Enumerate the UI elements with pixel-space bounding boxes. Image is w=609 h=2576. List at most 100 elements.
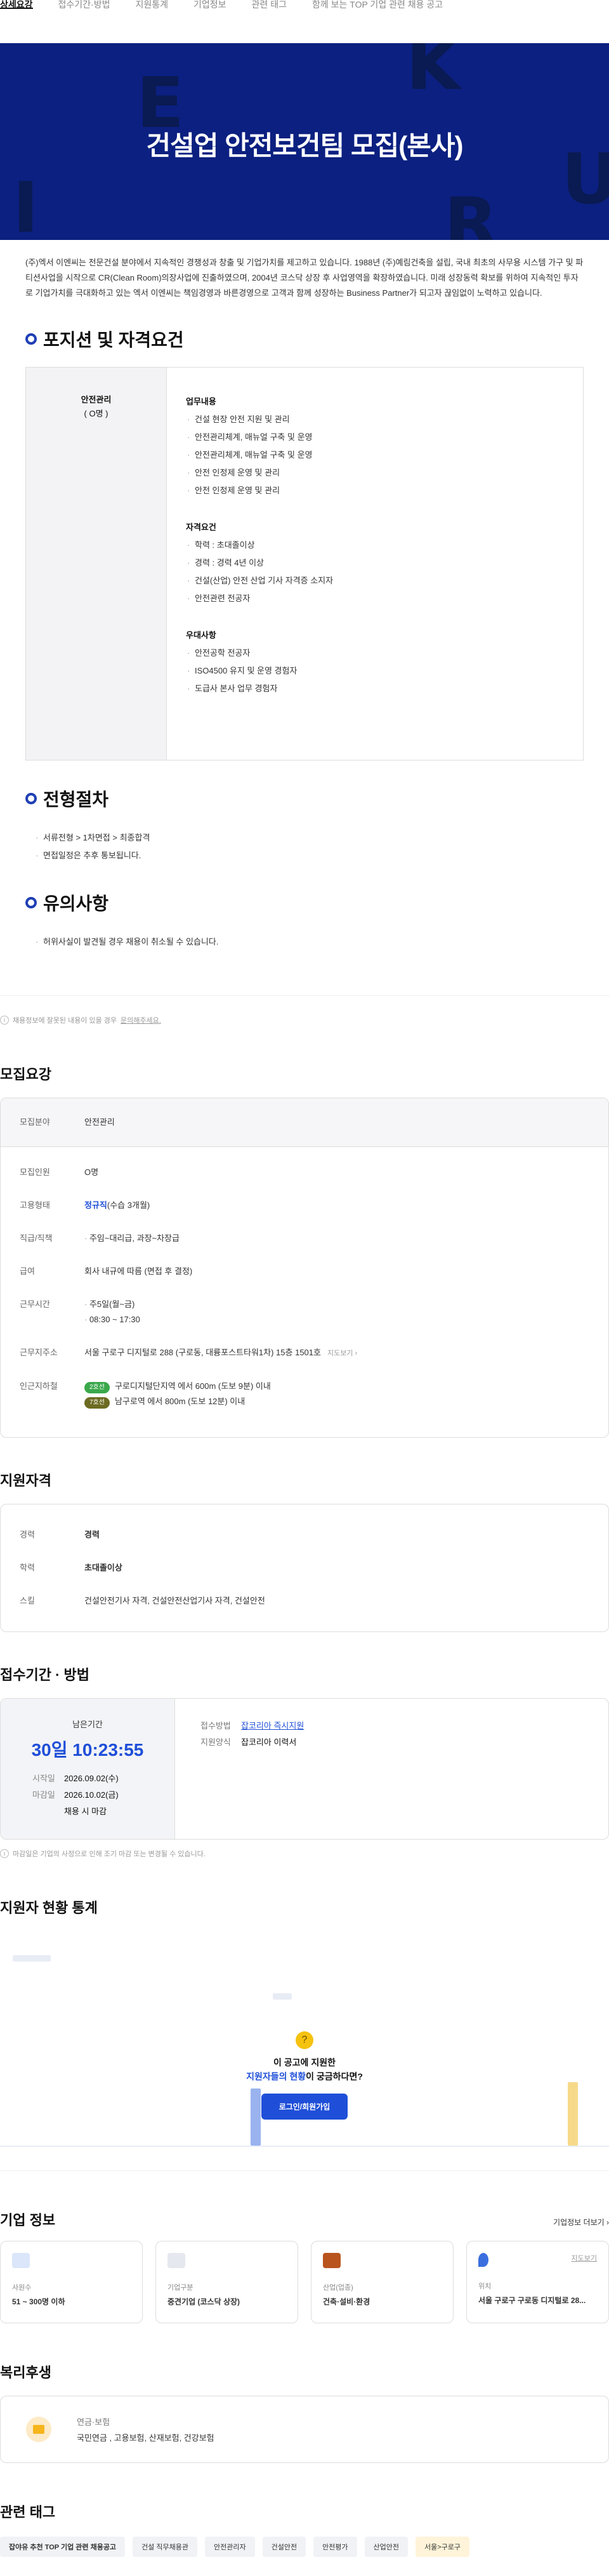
company-card-industry: 산업(업종) 건축·설비·환경 [311, 2241, 454, 2323]
banner-letter: I [13, 167, 39, 240]
list-item: 안전관련 전공자 [186, 590, 333, 607]
banner-letter: R [444, 183, 498, 240]
info-icon: i [0, 1849, 9, 1858]
people-icon [12, 2253, 30, 2268]
blurred-placeholder [273, 1993, 292, 2000]
line7-badge: 7호선 [84, 1397, 110, 1409]
recruit-row-pay: 급여 회사 내규에 따름 (면접 후 결정) [20, 1266, 193, 1276]
recruit-row-hours: 근무시간 주5일(월~금) 08:30 ~ 17:30 [1, 1288, 608, 1336]
requirements-list: 학력 : 초대졸이상 경력 : 경력 4년 이상 건설(산업) 안전 산업 기사… [186, 536, 333, 607]
stats-heading: 지원자 현황 통계 [0, 1900, 98, 1916]
recruit-card: 모집분야 안전관리 모집인원 O명 고용형태 정규직(수습 3개월) 직급/직책… [0, 1098, 609, 1438]
tag-item[interactable]: 안전평가 [313, 2537, 357, 2557]
stats-login-prompt: ? 이 공고에 지원한 지원자들의 현황이 궁금하다면? 로그인/회원가입 [0, 2031, 609, 2120]
recruit-row-subway: 인근지하철 2호선 구로디지털단지역 에서 600m (도보 9분) 이내 7호선… [1, 1370, 608, 1418]
position-heading: 포지션 및 자격요건 [25, 326, 609, 352]
list-item: 면접일정은 추후 통보됩니다. [36, 847, 609, 865]
apply-card: 남은기간 30일 10:23:55 시작일 2026.09.02(수) 마감일 20… [0, 1698, 609, 1840]
ring-bullet-icon [25, 793, 37, 804]
requirements-title: 자격요건 [186, 522, 216, 532]
duties-list: 건설 현장 안전 지원 및 관리 안전관리체계, 매뉴얼 구축 및 운영 안전관… [186, 411, 333, 500]
map-link[interactable]: 지도보기 › [327, 1350, 357, 1357]
qual-heading: 지원자격 [0, 1473, 51, 1489]
map-link[interactable]: 지도보기 [572, 2253, 597, 2263]
recruit-row-type: 고용형태 정규직(수습 3개월) [20, 1200, 150, 1210]
recruit-row-rank: 직급/직책 주임~대리급, 과장~차장급 [1, 1222, 608, 1255]
position-details: 업무내용 건설 현장 안전 지원 및 관리 안전관리체계, 매뉴얼 구축 및 운… [167, 368, 352, 760]
preferences-title: 우대사항 [186, 630, 216, 640]
company-cards: 사원수 51 ~ 300명 이하 기업구분 중견기업 (코스닥 상장) 산업(업… [0, 2241, 609, 2323]
process-list: 서류전형 > 1차면접 > 최종합격 면접일정은 추후 통보됩니다. [36, 829, 609, 865]
company-card-type: 기업구분 중견기업 (코스닥 상장) [155, 2241, 298, 2323]
login-signup-button[interactable]: 로그인/회원가입 [261, 2094, 348, 2120]
tag-item[interactable]: 안전관리자 [204, 2537, 255, 2557]
qual-card: 경력 경력 학력 초대졸이상 스킬 건설안전기사 자격, 건설안전산업기사 자격… [0, 1504, 609, 1632]
tab-detail[interactable]: 상세요강 [0, 0, 33, 9]
list-item: 서류전형 > 1차면접 > 최종합격 [36, 829, 609, 847]
caution-list: 허위사실이 발견될 경우 채용이 취소될 수 있습니다. [36, 933, 609, 951]
list-item: 안전관리체계, 매뉴얼 구축 및 운영 [186, 446, 333, 464]
tag-item[interactable]: 서울>구로구 [416, 2537, 470, 2557]
hero-banner: E K U I R 건설업 안전보건팀 모집(본사) [0, 43, 609, 240]
tab-company[interactable]: 기업정보 [193, 0, 226, 9]
end-date: 2026.10.02(금) [64, 1790, 119, 1800]
tag-item[interactable]: 산업안전 [364, 2537, 409, 2557]
recruit-heading: 모집요강 [0, 1066, 51, 1082]
position-field: 안전관리 ( O명 ) [26, 368, 167, 760]
list-item: 안전 인정제 운영 및 관리 [186, 482, 333, 500]
list-item: 허위사실이 발견될 경우 채용이 취소될 수 있습니다. [36, 933, 609, 951]
company-card-location: 지도보기 위치 서울 구로구 구로동 디지털로 28... [466, 2241, 609, 2323]
thinking-face-icon: ? [296, 2031, 313, 2049]
banner-letter: K [406, 43, 461, 105]
list-item: 건설(산업) 안전 산업 기사 자격증 소지자 [186, 572, 333, 590]
company-more-link[interactable]: 기업정보 더보기 › [553, 2217, 609, 2227]
detail-tabs: 상세요강 접수기간·방법 지원통계 기업정보 관련 태그 함께 보는 TOP 기… [0, 0, 609, 38]
caution-heading: 유의사항 [25, 890, 609, 915]
list-item: 경력 : 경력 4년 이상 [186, 554, 333, 572]
wallet-icon [26, 2417, 51, 2442]
blurred-placeholder [13, 1955, 51, 1962]
blurred-axis [0, 2146, 609, 2147]
ring-bullet-icon [25, 897, 37, 908]
job-posting-page: 상세요강 접수기간·방법 지원통계 기업정보 관련 태그 함께 보는 TOP 기… [0, 0, 609, 2576]
list-item: 건설 현장 안전 지원 및 관리 [186, 411, 333, 428]
preferences-list: 안전공학 전공자 ISO4500 유지 및 운영 경험자 도급사 본사 업무 경… [186, 644, 333, 698]
deadline-notice: i 마감일은 기업의 사정으로 인해 조기 마감 또는 변경될 수 있습니다. [0, 1849, 609, 1859]
banner-title: 건설업 안전보건팀 모집(본사) [146, 131, 464, 161]
instant-apply-link[interactable]: 잡코리아 즉시지원 [241, 1721, 304, 1730]
briefcase-icon [323, 2253, 341, 2268]
info-icon: i [0, 1016, 9, 1025]
list-item: 학력 : 초대졸이상 [186, 536, 333, 554]
countdown: 30일 10:23:55 [31, 1740, 144, 1760]
list-item: 안전공학 전공자 [186, 644, 333, 662]
ring-bullet-icon [25, 333, 37, 345]
apply-heading: 접수기간 · 방법 [0, 1667, 89, 1683]
duties-title: 업무내용 [186, 397, 216, 406]
tag-list: 잡야유 추천 TOP 기업 관련 채용공고 건설 직무채용관 안전관리자 건설안… [0, 2537, 609, 2576]
line2-badge: 2호선 [84, 1382, 110, 1393]
report-notice: i 채용정보에 잘못된 내용이 있을 경우 문의해주세요. [0, 995, 609, 1025]
deadline-panel: 남은기간 30일 10:23:55 시작일 2026.09.02(수) 마감일 20… [1, 1699, 175, 1839]
list-item: 도급사 본사 업무 경험자 [186, 680, 333, 698]
qual-row-skill: 스킬 건설안전기사 자격, 건설안전산업기사 자격, 건설안전 [20, 1596, 265, 1605]
tab-tags[interactable]: 관련 태그 [252, 0, 287, 9]
tag-item[interactable]: 건설 직무채용관 [133, 2537, 197, 2557]
applicant-stats: ? 이 공고에 지원한 지원자들의 현황이 궁금하다면? 로그인/회원가입 [0, 1936, 609, 2171]
tab-related[interactable]: 함께 보는 TOP 기업 관련 채용 공고 [312, 0, 443, 9]
tab-stats[interactable]: 지원통계 [135, 0, 168, 9]
company-header: 기업 정보 기업정보 더보기 › [0, 2209, 609, 2229]
position-table: 안전관리 ( O명 ) 업무내용 건설 현장 안전 지원 및 관리 안전관리체계… [25, 367, 584, 760]
qual-row-edu: 학력 초대졸이상 [20, 1563, 122, 1572]
list-item: ISO4500 유지 및 운영 경험자 [186, 662, 333, 680]
tab-apply-period[interactable]: 접수기간·방법 [58, 0, 110, 9]
report-link[interactable]: 문의해주세요. [121, 1015, 161, 1025]
company-intro: (주)엑서 이엔씨는 전문건설 분야에서 지속적인 경쟁성과 창출 및 기업가치… [25, 258, 584, 298]
tag-item[interactable]: 잡야유 추천 TOP 기업 관련 채용공고 [0, 2537, 126, 2557]
benefit-card: 연금·보험 국민연금 , 고용보험, 산재보험, 건강보험 [0, 2396, 609, 2463]
recruit-row-count: 모집인원 O명 [20, 1167, 99, 1177]
tags-heading: 관련 태그 [0, 2504, 56, 2520]
qual-row-career: 경력 경력 [20, 1530, 100, 1539]
company-card-employees: 사원수 51 ~ 300명 이하 [0, 2241, 143, 2323]
building-icon [167, 2253, 185, 2268]
tag-item[interactable]: 건설안전 [262, 2537, 306, 2557]
